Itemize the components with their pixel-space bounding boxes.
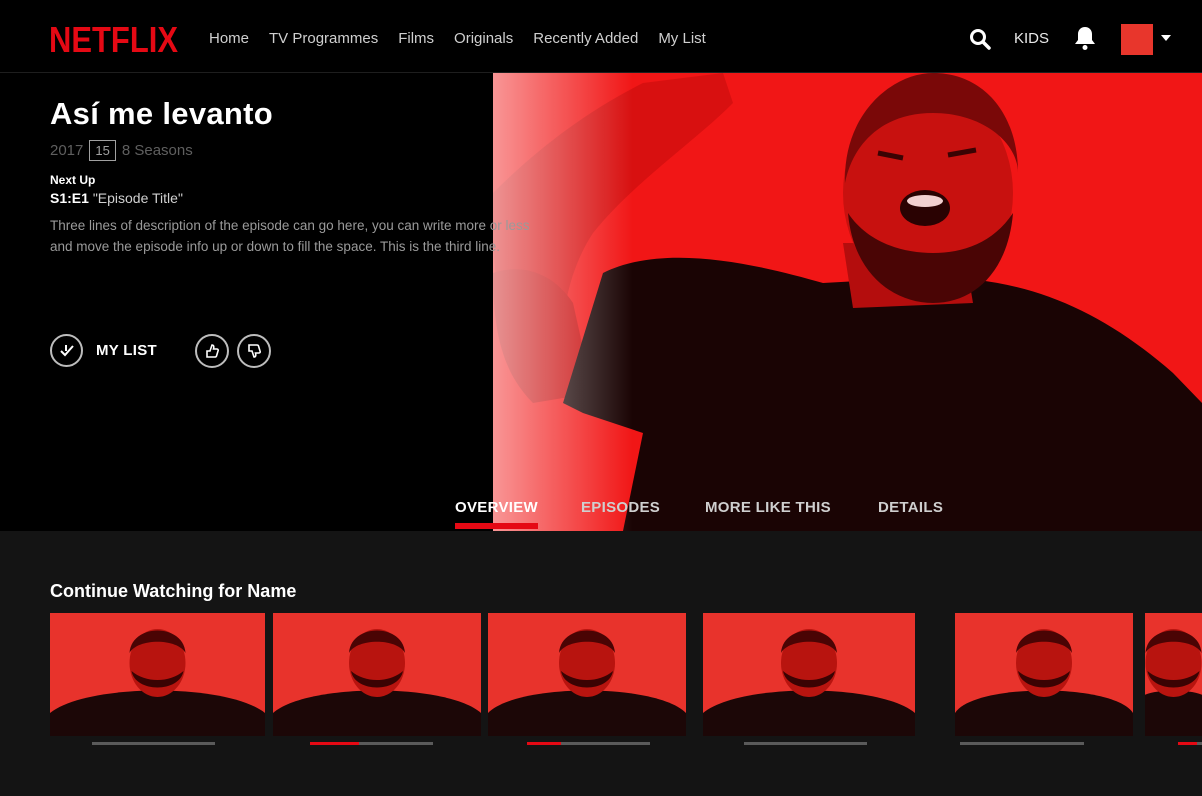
tab-episodes[interactable]: EPISODES	[581, 499, 660, 516]
progress-bar	[744, 742, 867, 745]
continue-watching-title: Continue Watching for Name	[50, 581, 297, 601]
progress-bar	[960, 742, 1084, 745]
hero-image	[493, 73, 1202, 531]
thumbs-down-button[interactable]	[237, 334, 271, 368]
profile-avatar[interactable]	[1121, 24, 1153, 55]
episode-code: S1:E1	[50, 190, 89, 206]
my-list-label[interactable]: MY LIST	[96, 342, 157, 359]
continue-watching-item[interactable]	[1145, 613, 1202, 736]
nav-link-home[interactable]: Home	[209, 30, 249, 47]
continue-watching-item[interactable]	[955, 613, 1133, 736]
hero-fade-overlay	[493, 73, 633, 531]
tab-overview[interactable]: OVERVIEW	[455, 499, 538, 516]
next-episode: S1:E1 "Episode Title"	[50, 190, 183, 206]
top-navigation: NETFLIX Home TV Programmes Films Origina…	[0, 0, 1202, 73]
progress-fill	[310, 742, 360, 745]
nav-link-films[interactable]: Films	[398, 30, 434, 47]
episode-title: "Episode Title"	[92, 190, 183, 206]
continue-watching-item[interactable]	[273, 613, 481, 736]
nav-link-originals[interactable]: Originals	[454, 30, 513, 47]
episode-description: Three lines of description of the episod…	[50, 218, 530, 254]
kids-link[interactable]: KIDS	[1014, 30, 1049, 47]
progress-fill	[1178, 742, 1198, 745]
continue-watching-item[interactable]	[703, 613, 915, 736]
search-icon[interactable]	[968, 27, 992, 51]
progress-bar	[92, 742, 215, 745]
thumbs-up-button[interactable]	[195, 334, 229, 368]
next-up-label: Next Up	[50, 173, 96, 187]
thumbs-down-icon	[248, 344, 261, 358]
progress-bar	[1178, 742, 1202, 745]
netflix-logo[interactable]: NETFLIX	[49, 20, 178, 60]
add-to-my-list-button[interactable]	[50, 334, 83, 367]
progress-bar	[527, 742, 650, 745]
nav-links: Home TV Programmes Films Originals Recen…	[209, 30, 706, 47]
check-icon	[59, 344, 74, 356]
continue-watching-item[interactable]	[488, 613, 686, 736]
progress-bar	[310, 742, 433, 745]
tab-details[interactable]: DETAILS	[878, 499, 943, 516]
show-title: Así me levanto	[50, 96, 274, 131]
show-year: 2017	[50, 142, 84, 159]
maturity-rating: 15	[89, 140, 116, 161]
thumbs-up-icon	[206, 344, 219, 358]
bell-icon[interactable]	[1073, 25, 1097, 51]
nav-link-my-list[interactable]: My List	[658, 30, 706, 47]
caret-down-icon[interactable]	[1161, 35, 1171, 41]
active-tab-indicator	[455, 523, 538, 529]
hero-banner: Así me levanto 2017 15 8 Seasons Next Up…	[0, 73, 1202, 531]
continue-watching-item[interactable]	[50, 613, 265, 736]
season-count: 8 Seasons	[121, 142, 193, 159]
tab-more-like-this[interactable]: MORE LIKE THIS	[705, 499, 831, 516]
nav-link-tv-programmes[interactable]: TV Programmes	[269, 30, 378, 47]
nav-link-recently-added[interactable]: Recently Added	[533, 30, 638, 47]
progress-fill	[527, 742, 562, 745]
show-meta: 2017 15 8 Seasons	[50, 140, 193, 161]
